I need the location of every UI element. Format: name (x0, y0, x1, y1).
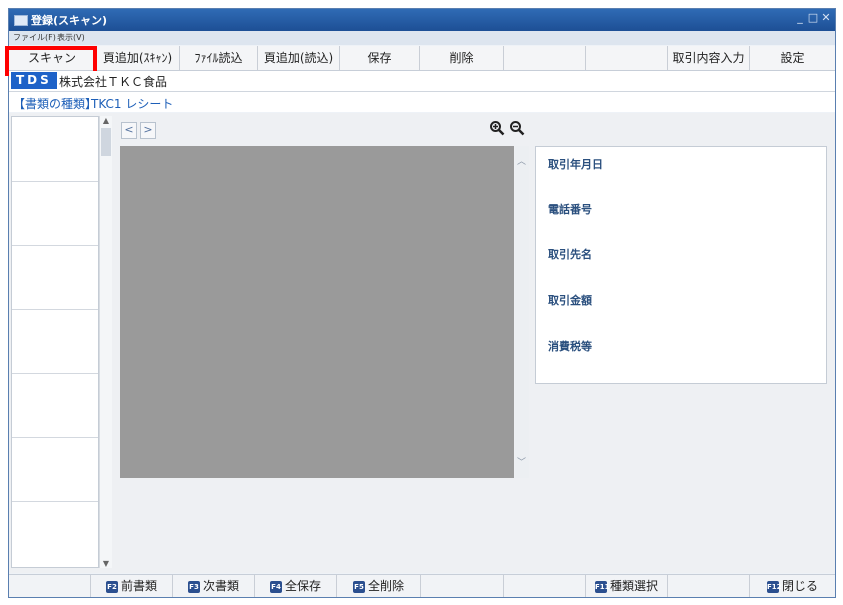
fkey-spacer (9, 575, 91, 597)
maximize-icon[interactable]: □ (806, 11, 820, 27)
tds-badge: TDS (11, 72, 57, 89)
minimize-icon[interactable]: _ (793, 11, 807, 27)
close-button[interactable]: F12閉じる (750, 575, 835, 597)
close-icon[interactable]: ✕ (819, 11, 833, 27)
f5-key-icon: F5 (352, 580, 365, 593)
scroll-down-icon[interactable]: ▼ (101, 559, 111, 568)
scroll-up-icon[interactable]: ▲ (101, 116, 111, 125)
close-label: 閉じる (781, 579, 818, 593)
f11-key-icon: F11 (594, 580, 610, 593)
title-bar: 登録(スキャン) _ □ ✕ (9, 9, 835, 31)
f3-key-icon: F3 (187, 580, 200, 593)
prev-document-label: 前書類 (120, 579, 157, 593)
add-page-scan-button[interactable]: 頁追加(ｽｷｬﾝ) (96, 46, 180, 70)
thumbnail-slot[interactable] (12, 245, 98, 310)
scroll-thumb[interactable] (101, 128, 111, 156)
toolbar: スキャン 頁追加(ｽｷｬﾝ) ﾌｧｲﾙ読込 頁追加(読込) 保存 削除 取引内容… (5, 46, 835, 76)
fkey-spacer (421, 575, 504, 597)
document-type-label: 【書類の種類】 (13, 97, 98, 111)
delete-button[interactable]: 削除 (420, 46, 504, 70)
thumbnail-slot[interactable] (12, 181, 98, 246)
f2-key-icon: F2 (105, 580, 118, 593)
field-transaction-amount: 取引金額 (548, 294, 592, 307)
company-bar: TDS 株式会社ＴＫＣ食品 (9, 71, 835, 92)
thumbnail-slot[interactable] (12, 117, 98, 182)
field-transaction-date: 取引年月日 (548, 158, 603, 171)
fkey-spacer (668, 575, 750, 597)
type-select-label: 種類選択 (609, 579, 658, 593)
zoom-in-icon[interactable] (489, 120, 505, 136)
add-page-import-button[interactable]: 頁追加(読込) (258, 46, 340, 70)
prev-document-button[interactable]: F2 前書類 (91, 575, 173, 597)
transaction-input-button[interactable]: 取引内容入力 (668, 46, 750, 70)
menu-bar: ファイル(F) 表示(V) (9, 31, 835, 45)
preview-scrollbar[interactable]: ︿ ﹀ (515, 146, 529, 478)
thumbnail-scrollbar[interactable]: ▲ ▼ (99, 116, 112, 568)
settings-button[interactable]: 設定 (750, 46, 835, 70)
content-area: ▲ ▼ < > ︿ ﹀ 取引年月日 電話番号 取引先名 取引金額 消費税等 (9, 113, 835, 573)
field-consumption-tax: 消費税等 (548, 340, 592, 353)
app-icon (14, 15, 28, 26)
fkey-spacer (504, 575, 586, 597)
thumbnail-slot[interactable] (12, 373, 98, 438)
delete-all-label: 全削除 (367, 579, 404, 593)
next-page-icon[interactable]: > (140, 122, 156, 139)
thumbnail-list[interactable] (11, 116, 99, 568)
save-all-button[interactable]: F4 全保存 (255, 575, 337, 597)
file-import-button[interactable]: ﾌｧｲﾙ読込 (180, 46, 258, 70)
prev-page-icon[interactable]: < (121, 122, 137, 139)
scroll-down-icon[interactable]: ﹀ (517, 455, 526, 468)
thumbnail-slot[interactable] (12, 437, 98, 502)
main-window: 登録(スキャン) _ □ ✕ ファイル(F) 表示(V) スキャン 頁追加(ｽｷ… (5, 8, 836, 598)
scroll-up-icon[interactable]: ︿ (517, 154, 526, 167)
field-counterparty-name: 取引先名 (548, 248, 592, 261)
f4-key-icon: F4 (269, 580, 282, 593)
save-all-label: 全保存 (284, 579, 321, 593)
type-select-button[interactable]: F11種類選択 (586, 575, 668, 597)
save-button[interactable]: 保存 (340, 46, 420, 70)
document-type-bar: 【書類の種類】 TKC1 レシート (9, 92, 835, 112)
function-key-bar: F2 前書類 F3 次書類 F4 全保存 F5 全削除 F11種類選択 F12閉じる (9, 574, 835, 597)
next-document-button[interactable]: F3 次書類 (173, 575, 255, 597)
document-preview[interactable] (120, 146, 514, 478)
window-title: 登録(スキャン) (31, 14, 108, 27)
transaction-fields-panel: 取引年月日 電話番号 取引先名 取引金額 消費税等 (535, 146, 827, 384)
menu-file[interactable]: ファイル(F) (13, 32, 56, 43)
document-type-value[interactable]: TKC1 レシート (91, 95, 173, 112)
next-document-label: 次書類 (202, 579, 239, 593)
zoom-out-icon[interactable] (509, 120, 525, 136)
company-name: 株式会社ＴＫＣ食品 (59, 75, 168, 89)
f12-key-icon: F12 (766, 580, 782, 593)
menu-view[interactable]: 表示(V) (57, 32, 85, 43)
toolbar-spacer-2 (586, 46, 668, 70)
toolbar-spacer-1 (504, 46, 586, 70)
scan-button[interactable]: スキャン (9, 46, 96, 70)
delete-all-button[interactable]: F5 全削除 (337, 575, 421, 597)
thumbnail-slot[interactable] (12, 309, 98, 374)
field-phone-number: 電話番号 (548, 203, 592, 216)
thumbnail-slot[interactable] (12, 501, 98, 565)
